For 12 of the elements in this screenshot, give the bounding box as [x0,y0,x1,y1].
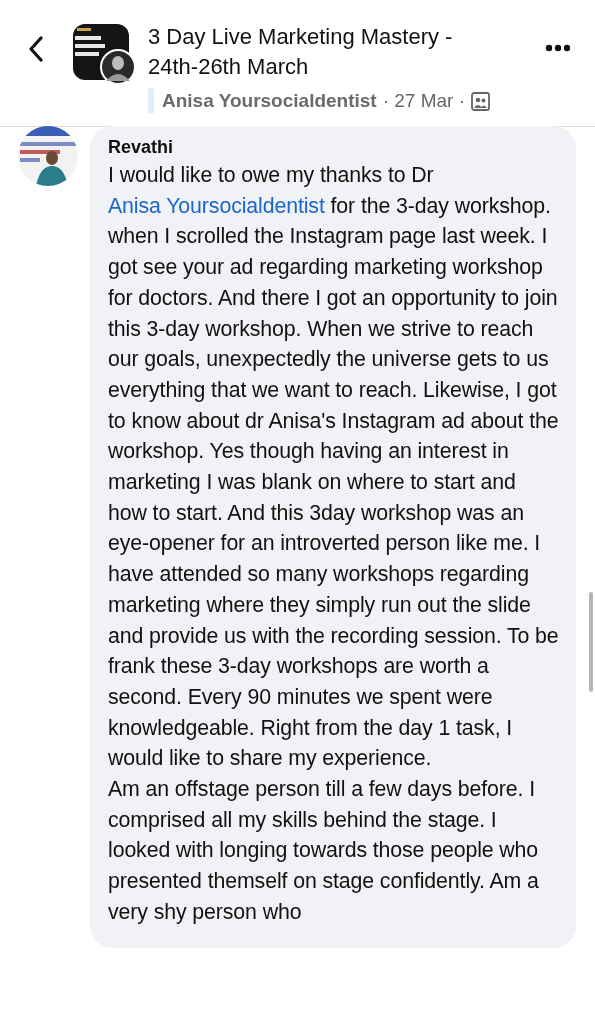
back-icon[interactable] [28,36,44,62]
comment-text: Am an offstage person till a few days before. I comprised all my skills behind the stage. I looked with longing towards those people who presented themself on stage confidently. Am a very shy person who [108,776,540,926]
mention-link[interactable]: Anisa Yoursocialdentist [108,193,325,218]
scroll-bar[interactable] [589,592,593,692]
post-date: · 27 Mar · [382,90,466,112]
group-title: 3 Day Live Marketing Mastery - 24th-26th March [148,23,454,81]
author-name[interactable]: Anisa Yoursocialdentist [162,90,377,112]
more-icon[interactable] [545,44,571,52]
highlight-bar [148,88,154,114]
group-icon [471,91,491,111]
commenter-name[interactable]: Revathi [108,134,560,160]
comment-text: I would like to owe my thanks to Dr Anisa Yoursocialdentist for the 3-day workshop. when I scrolled the Instagram page last week. I got see your ad regarding marketing workshop for doctors. And there I got an opportunity to join this 3-day workshop. When we strive to reach our goals, unexpectedly the universe gets to us everything that we want to reach. Likewise, I got to know about dr Anisa's Instagram ad about the workshop. Yes though having an interest in marketing I was blank on where to start and how to start. And this 3day workshop was an eye-opener for an introverted person like me. I have attended so many workshops regarding marketing where they simply run out the slide and provide us with the recording session. To be frank these 3-day workshops are worth a second. Every 90 minutes we spent were knowledgeable. Right from the day 1 task, I would like to share my experience. [108,162,560,773]
